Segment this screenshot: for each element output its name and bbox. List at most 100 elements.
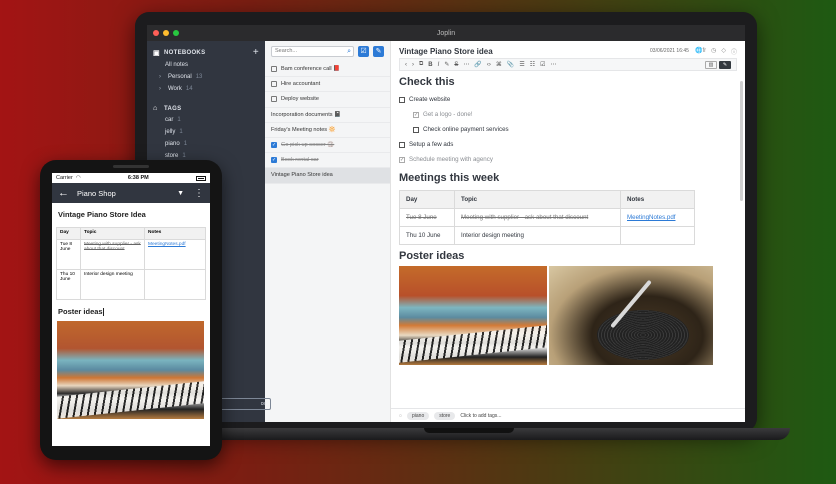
attachment-link[interactable]: MeetingNotes.pdf bbox=[148, 242, 186, 247]
tag-pill[interactable]: store bbox=[434, 411, 456, 420]
note-list-item-title: Friday's Meeting notes 🔆 bbox=[271, 126, 336, 133]
sidebar-item-notebook[interactable]: › Work 14 bbox=[147, 83, 265, 95]
mobile-note-title[interactable]: Vintage Piano Store Idea bbox=[52, 203, 210, 224]
checklist-checkbox[interactable]: ✓ bbox=[399, 156, 405, 163]
checklist-item: ✓ Schedule meeting with agency bbox=[399, 152, 737, 167]
attachment-link[interactable]: MeetingNotes.pdf bbox=[627, 214, 676, 221]
tags-header[interactable]: ⌂ TAGS bbox=[147, 103, 265, 114]
more-formatting-button[interactable]: ⋯ bbox=[463, 61, 469, 68]
link-button[interactable]: 🔗 bbox=[474, 61, 481, 68]
editor-scrollbar[interactable] bbox=[740, 81, 743, 201]
note-list-item[interactable]: ✓ Book rental car bbox=[265, 153, 390, 169]
highlight-button[interactable]: ✎ bbox=[444, 61, 449, 68]
todo-checkbox[interactable] bbox=[271, 96, 277, 103]
info-icon[interactable]: ⓘ bbox=[731, 47, 737, 56]
bold-button[interactable]: B bbox=[428, 62, 432, 68]
checklist-button[interactable]: ☑ bbox=[540, 61, 545, 68]
alarm-icon[interactable]: ◷ bbox=[711, 47, 716, 56]
meetings-table: Day Topic Notes Tue 8 June Meeting with … bbox=[399, 190, 695, 245]
language-label: fr bbox=[702, 47, 707, 54]
note-date: 03/06/2021 16:45 bbox=[650, 48, 689, 54]
strikethrough-button[interactable]: S bbox=[454, 62, 458, 68]
edit-view-button[interactable]: ✎ bbox=[719, 60, 731, 69]
split-view-button[interactable]: ▥ bbox=[705, 60, 717, 69]
language-icon[interactable]: 🌐fr bbox=[695, 47, 706, 56]
editor-toolbar: ‹ › ⧉ B I ✎ S ⋯ 🔗 ‹› ⌘ 📎 ☰ ☷ ☑ ⋯ ▥ ✎ bbox=[399, 58, 737, 71]
code-block-button[interactable]: ⌘ bbox=[496, 61, 502, 68]
table-cell-day: Thu 10 June bbox=[56, 269, 81, 300]
forward-arrow-icon[interactable]: › bbox=[412, 62, 414, 68]
chevron-right-icon[interactable]: › bbox=[159, 74, 161, 80]
sidebar-item-tag[interactable]: car 1 bbox=[147, 114, 265, 126]
external-edit-icon[interactable]: ⧉ bbox=[419, 61, 423, 68]
tag-count: 1 bbox=[183, 141, 188, 147]
checklist-checkbox[interactable]: ✓ bbox=[413, 111, 419, 118]
checklist-checkbox[interactable] bbox=[399, 141, 405, 148]
editor-header-icons: 🌐fr ◷ ◇ ⓘ bbox=[695, 47, 737, 56]
sidebar-item-notebook[interactable]: › Personal 13 bbox=[147, 71, 265, 83]
tag-icon[interactable]: ◇ bbox=[721, 47, 726, 56]
note-list-item[interactable]: Bam conference call 📕 bbox=[265, 62, 390, 78]
turntable-image bbox=[549, 266, 713, 365]
table-cell-topic: Interior design meeting bbox=[454, 226, 621, 245]
note-list-item[interactable]: Vintage Piano Store idea bbox=[265, 168, 390, 184]
table-cell-day: Tue 8 June bbox=[56, 239, 81, 270]
table-row: Tue 8 June Meeting with supplier - ask a… bbox=[56, 239, 206, 270]
checklist-checkbox[interactable] bbox=[413, 126, 419, 133]
note-list-item[interactable]: Friday's Meeting notes 🔆 bbox=[265, 123, 390, 138]
poster-heading-text: Poster ideas bbox=[58, 307, 103, 316]
checklist-item-text: Create website bbox=[409, 96, 451, 103]
todo-checkbox[interactable]: ✓ bbox=[271, 142, 277, 149]
note-list-item[interactable]: ✓ Go pick up soccer 🏐 bbox=[265, 138, 390, 154]
checklist-checkbox[interactable] bbox=[399, 96, 405, 103]
note-list-item-title: Go pick up soccer 🏐 bbox=[281, 142, 335, 149]
mobile-poster-heading[interactable]: Poster ideas bbox=[52, 300, 210, 321]
todo-checkbox[interactable] bbox=[271, 81, 277, 88]
sidebar-item-all-notes[interactable]: All notes bbox=[147, 59, 265, 71]
carrier-label: Carrier bbox=[56, 175, 73, 181]
notebook-title: Piano Shop bbox=[77, 188, 116, 198]
note-list-item[interactable]: Deploy website bbox=[265, 92, 390, 108]
table-header-row: Day Topic Notes bbox=[56, 227, 206, 240]
dropdown-caret-icon[interactable]: ▼ bbox=[177, 190, 184, 197]
italic-button[interactable]: I bbox=[438, 62, 440, 68]
code-button[interactable]: ‹› bbox=[487, 62, 491, 68]
laptop-notch bbox=[424, 428, 514, 433]
add-notebook-button[interactable]: + bbox=[253, 48, 259, 58]
checklist-item: ✓ Get a logo - done! bbox=[399, 107, 737, 122]
table-header: Topic bbox=[80, 227, 145, 240]
note-list-item-title: Bam conference call 📕 bbox=[281, 66, 341, 73]
chevron-right-icon[interactable]: › bbox=[159, 86, 161, 92]
new-note-button[interactable]: ✎ bbox=[373, 46, 384, 57]
tag-pill[interactable]: piano bbox=[406, 411, 430, 420]
checklist-item: Setup a few ads bbox=[399, 137, 737, 152]
note-list-item[interactable]: Hire accountant bbox=[265, 77, 390, 93]
notebook-name: Work bbox=[168, 86, 182, 92]
back-arrow-icon[interactable]: ‹ bbox=[405, 62, 407, 68]
attach-file-button[interactable]: 📎 bbox=[507, 61, 514, 68]
todo-checkbox[interactable] bbox=[271, 66, 277, 73]
more-options-icon[interactable]: ⋮ bbox=[194, 188, 204, 199]
sidebar-item-tag[interactable]: piano 1 bbox=[147, 138, 265, 150]
notebooks-header[interactable]: ▣ NOTEBOOKS + bbox=[147, 47, 265, 59]
notebook-name: Personal bbox=[168, 74, 192, 80]
todo-checkbox[interactable]: ✓ bbox=[271, 157, 277, 164]
sidebar-item-tag[interactable]: jelly 1 bbox=[147, 126, 265, 138]
more-options-button[interactable]: ⋯ bbox=[551, 61, 557, 68]
numbered-list-button[interactable]: ☷ bbox=[530, 61, 535, 68]
back-arrow-icon[interactable]: ← bbox=[58, 187, 69, 199]
search-icon[interactable]: ⌕ bbox=[347, 47, 351, 56]
table-row: Tue 8 June Meeting with supplier - ask a… bbox=[399, 208, 695, 227]
mobile-header: ← Piano Shop ▼ ⋮ bbox=[52, 183, 210, 203]
add-tags-button[interactable]: Click to add tags... bbox=[460, 413, 501, 419]
notebook-count: 13 bbox=[195, 74, 203, 80]
note-title[interactable]: Vintage Piano Store idea bbox=[399, 47, 493, 56]
note-list-item[interactable]: Incorporation documents 📓 bbox=[265, 108, 390, 123]
notes-container: Bam conference call 📕 Hire accountant Depl… bbox=[265, 62, 390, 184]
search-input[interactable]: Search... ⌕ bbox=[271, 46, 354, 57]
new-todo-button[interactable]: ☑ bbox=[358, 46, 369, 57]
bulleted-list-button[interactable]: ☰ bbox=[519, 61, 524, 68]
mobile-app-screen: Carrier ◠ 6:38 PM ← Piano Shop ▼ ⋮ Vinta… bbox=[52, 173, 210, 446]
text-cursor bbox=[102, 308, 104, 317]
table-cell-day: Thu 10 June bbox=[399, 226, 455, 245]
